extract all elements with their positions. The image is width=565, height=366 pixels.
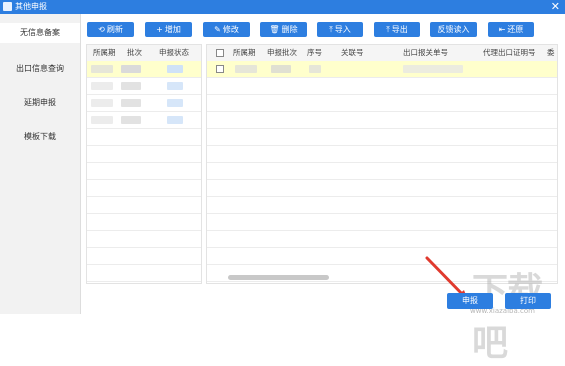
- print-button[interactable]: 打印: [505, 293, 551, 309]
- sidebar-item-export-info-query[interactable]: 出口信息查询: [0, 59, 80, 79]
- column-header: 委: [547, 48, 555, 57]
- import-label: 导入: [334, 25, 351, 34]
- edit-button[interactable]: ✎ 修改: [203, 22, 250, 37]
- column-header: 关联号: [341, 48, 364, 57]
- table-row[interactable]: [87, 112, 201, 129]
- feedback-import-label: 反馈读入: [437, 25, 470, 34]
- table-row[interactable]: [87, 163, 201, 180]
- table-row[interactable]: [207, 146, 557, 163]
- app-icon: [3, 2, 12, 11]
- table-row[interactable]: [207, 197, 557, 214]
- table-header: 所属期 申报批次 序号 关联号 出口报关单号 代理出口证明号 委: [207, 45, 557, 62]
- window-title: 其他申报: [15, 2, 47, 11]
- delete-button[interactable]: 🗑 删除: [260, 22, 307, 37]
- refresh-icon: ⟲: [98, 25, 105, 34]
- export-button[interactable]: ⤒ 导出: [374, 22, 420, 37]
- add-label: 增加: [164, 25, 181, 34]
- table-row[interactable]: [87, 214, 201, 231]
- horizontal-scrollbar[interactable]: [228, 275, 329, 280]
- trash-icon: 🗑: [269, 25, 280, 34]
- batch-table: 所属期 批次 申报状态: [86, 44, 202, 284]
- table-row[interactable]: [207, 231, 557, 248]
- export-icon: ⤒: [386, 25, 390, 34]
- export-label: 导出: [391, 25, 408, 34]
- table-row[interactable]: [207, 180, 557, 197]
- table-row[interactable]: [87, 248, 201, 265]
- close-icon[interactable]: ✕: [551, 0, 560, 13]
- column-header: 代理出口证明号: [483, 48, 536, 57]
- add-button[interactable]: + 增加: [145, 22, 192, 37]
- refresh-label: 刷新: [106, 25, 123, 34]
- edit-icon: ✎: [214, 25, 221, 34]
- row-checkbox[interactable]: [216, 65, 224, 73]
- table-row[interactable]: [207, 129, 557, 146]
- table-row[interactable]: [207, 61, 557, 78]
- edit-label: 修改: [222, 25, 239, 34]
- table-row[interactable]: [207, 78, 557, 95]
- table-row[interactable]: [207, 214, 557, 231]
- restore-icon: ⇤: [498, 25, 506, 34]
- table-row[interactable]: [207, 95, 557, 112]
- restore-button[interactable]: ⇤ 还原: [488, 22, 534, 37]
- table-row[interactable]: [207, 112, 557, 129]
- table-row[interactable]: [87, 265, 201, 282]
- plus-icon: +: [156, 25, 163, 34]
- import-button[interactable]: ⤒ 导入: [317, 22, 363, 37]
- table-body: [87, 61, 201, 283]
- table-body: [207, 61, 557, 283]
- table-row[interactable]: [207, 163, 557, 180]
- table-row[interactable]: [87, 231, 201, 248]
- column-header: 序号: [307, 48, 322, 57]
- sidebar-item-no-info-filing[interactable]: 无信息备案: [0, 23, 80, 43]
- restore-label: 还原: [507, 25, 524, 34]
- sidebar-item-extension-declare[interactable]: 延期申报: [0, 93, 80, 113]
- delete-label: 删除: [281, 25, 298, 34]
- table-row[interactable]: [87, 61, 201, 78]
- column-header: 申报状态: [159, 48, 189, 57]
- column-header: 所属期: [93, 48, 116, 57]
- title-bar: 其他申报 ✕: [0, 0, 565, 14]
- refresh-button[interactable]: ⟲ 刷新: [87, 22, 134, 37]
- detail-table: 所属期 申报批次 序号 关联号 出口报关单号 代理出口证明号 委: [206, 44, 558, 284]
- column-header: 批次: [127, 48, 142, 57]
- table-row[interactable]: [87, 95, 201, 112]
- table-row[interactable]: [87, 180, 201, 197]
- table-row[interactable]: [87, 197, 201, 214]
- table-row[interactable]: [87, 146, 201, 163]
- column-header: 所属期: [233, 48, 256, 57]
- sidebar-item-template-download[interactable]: 模板下载: [0, 127, 80, 147]
- feedback-import-button[interactable]: 反馈读入: [430, 22, 477, 37]
- table-row[interactable]: [87, 129, 201, 146]
- column-header: 出口报关单号: [403, 48, 448, 57]
- declare-button[interactable]: 申报: [447, 293, 493, 309]
- select-all-checkbox[interactable]: [216, 49, 224, 57]
- table-header: 所属期 批次 申报状态: [87, 45, 201, 62]
- import-icon: ⤒: [329, 25, 333, 34]
- table-row[interactable]: [87, 78, 201, 95]
- column-header: 申报批次: [267, 48, 297, 57]
- sidebar: 无信息备案 出口信息查询 延期申报 模板下载: [0, 14, 81, 314]
